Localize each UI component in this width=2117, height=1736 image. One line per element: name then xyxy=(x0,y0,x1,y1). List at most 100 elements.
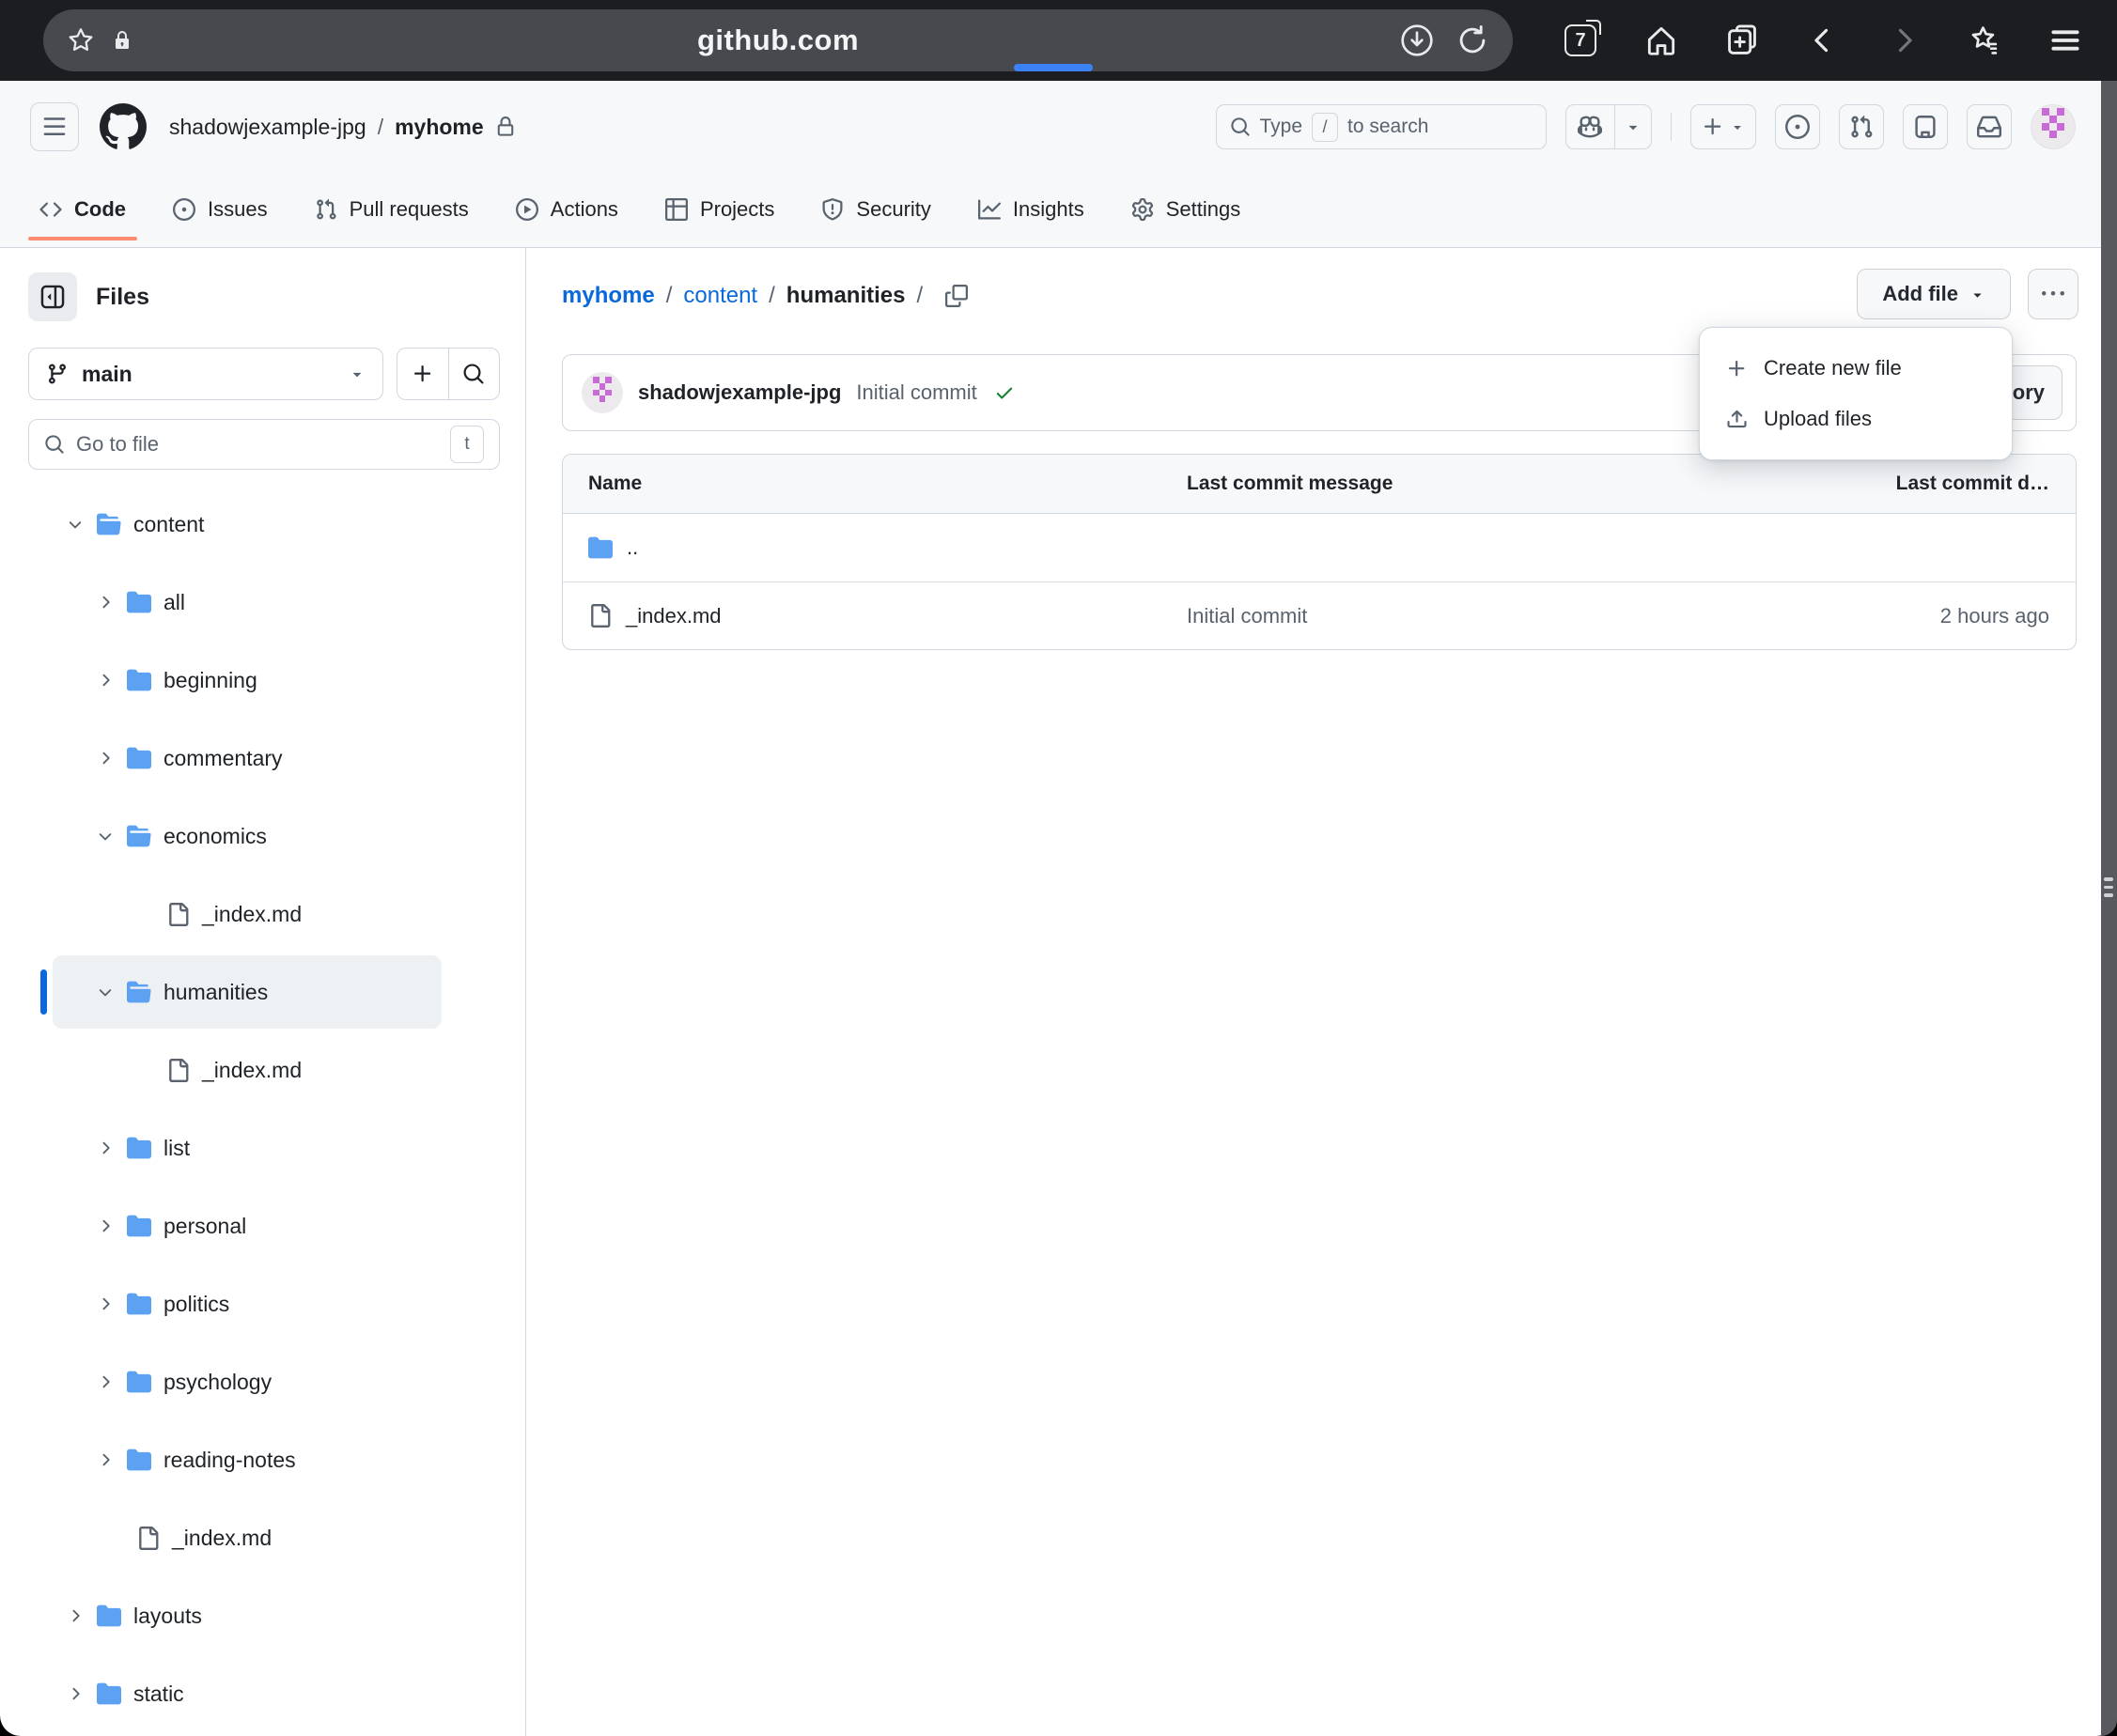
tab-label: Security xyxy=(856,197,930,222)
download-icon[interactable] xyxy=(1398,22,1436,59)
tree-file-indexmd[interactable]: _index.md xyxy=(28,877,500,951)
branch-icon xyxy=(46,363,69,385)
tab-pull-requests[interactable]: Pull requests xyxy=(304,173,480,246)
menu-icon[interactable] xyxy=(2047,23,2083,58)
saved-items-button[interactable] xyxy=(1903,104,1948,149)
commit-author-avatar[interactable] xyxy=(582,372,623,413)
chevron-right-icon[interactable] xyxy=(96,1294,117,1313)
user-avatar[interactable] xyxy=(2031,104,2076,149)
file-name-link[interactable]: _index.md xyxy=(626,604,722,628)
commit-message[interactable]: Initial commit xyxy=(856,380,976,405)
tabs-count-button[interactable]: 7 xyxy=(1563,23,1598,58)
chevron-right-icon[interactable] xyxy=(96,1372,117,1391)
file-tree: contentallbeginningcommentaryeconomics_i… xyxy=(28,488,500,1730)
create-new-button[interactable] xyxy=(1690,104,1756,149)
tree-folder-politics[interactable]: politics xyxy=(28,1267,500,1341)
more-options-button[interactable] xyxy=(2028,269,2078,319)
global-search-input[interactable]: Type / to search xyxy=(1216,104,1547,149)
url-bar[interactable]: github.com xyxy=(43,9,1513,71)
tree-item-label: content xyxy=(133,512,204,537)
tree-folder-layouts[interactable]: layouts xyxy=(28,1579,500,1652)
edge-scrollbar[interactable] xyxy=(2101,81,2117,1736)
add-file-button[interactable]: Add file xyxy=(1857,269,2011,319)
breadcrumb-repo-link[interactable]: myhome xyxy=(562,283,655,309)
issues-header-button[interactable] xyxy=(1775,104,1820,149)
go-to-file-input[interactable]: Go to file t xyxy=(28,419,500,470)
chevron-right-icon[interactable] xyxy=(96,749,117,767)
tab-security[interactable]: Security xyxy=(810,173,942,246)
tab-actions[interactable]: Actions xyxy=(505,173,630,246)
chevron-right-icon[interactable] xyxy=(96,1217,117,1235)
owner-link[interactable]: shadowjexample-jpg xyxy=(169,115,366,140)
forward-icon[interactable] xyxy=(1886,23,1922,58)
tab-label: Code xyxy=(74,197,126,222)
tree-folder-beginning[interactable]: beginning xyxy=(28,643,500,717)
breadcrumb-content-link[interactable]: content xyxy=(683,283,757,309)
chevron-right-icon[interactable] xyxy=(66,1606,86,1625)
repo-nav-tabs: Code Issues Pull requests Actions Projects Se… xyxy=(0,173,2117,246)
url-text[interactable]: github.com xyxy=(43,23,1513,57)
menu-item-create-new-file[interactable]: Create new file xyxy=(1713,343,1999,394)
tree-folder-reading-notes[interactable]: reading-notes xyxy=(28,1423,500,1496)
branch-selector[interactable]: main xyxy=(28,348,383,400)
tree-folder-commentary[interactable]: commentary xyxy=(28,721,500,795)
browser-chrome: github.com 7 xyxy=(0,0,2117,81)
chevron-right-icon[interactable] xyxy=(96,593,117,612)
table-row[interactable]: .. xyxy=(563,514,2076,581)
commit-author[interactable]: shadowjexample-jpg xyxy=(638,380,841,405)
global-nav-menu-button[interactable] xyxy=(30,102,79,151)
pull-requests-header-button[interactable] xyxy=(1839,104,1884,149)
home-icon[interactable] xyxy=(1643,23,1679,58)
tree-folder-static[interactable]: static xyxy=(28,1657,500,1730)
tab-insights[interactable]: Insights xyxy=(967,173,1096,246)
back-icon[interactable] xyxy=(1805,23,1841,58)
tree-file-indexmd[interactable]: _index.md xyxy=(28,1033,500,1107)
tree-folder-content[interactable]: content xyxy=(28,488,500,561)
repo-link[interactable]: myhome xyxy=(395,115,484,140)
copilot-button[interactable] xyxy=(1565,104,1652,149)
breadcrumb-current: humanities xyxy=(786,283,906,309)
collapse-sidebar-button[interactable] xyxy=(28,272,77,321)
file-name-link[interactable]: .. xyxy=(627,535,638,560)
last-commit-message[interactable]: Initial commit xyxy=(1187,604,1860,628)
commit-check-icon[interactable] xyxy=(994,382,1015,403)
tree-folder-all[interactable]: all xyxy=(28,566,500,639)
folder-icon xyxy=(127,1136,151,1160)
tree-item-label: _index.md xyxy=(172,1526,272,1551)
github-logo[interactable] xyxy=(100,103,147,150)
tab-projects[interactable]: Projects xyxy=(654,173,786,246)
tab-issues[interactable]: Issues xyxy=(162,173,279,246)
bookmarks-list-icon[interactable] xyxy=(1967,23,2002,58)
tree-item-label: humanities xyxy=(163,980,268,1005)
table-row[interactable]: _index.mdInitial commit2 hours ago xyxy=(563,581,2076,649)
tree-folder-psychology[interactable]: psychology xyxy=(28,1345,500,1418)
copilot-caret-icon[interactable] xyxy=(1615,105,1651,148)
file-icon xyxy=(588,604,612,628)
new-file-sidebar-button[interactable] xyxy=(397,349,449,399)
scroll-handle-icon[interactable] xyxy=(2104,877,2113,897)
tree-item-label: psychology xyxy=(163,1370,272,1395)
chevron-right-icon[interactable] xyxy=(96,1450,117,1469)
chevron-down-icon[interactable] xyxy=(96,827,117,845)
tab-settings[interactable]: Settings xyxy=(1120,173,1253,246)
chevron-right-icon[interactable] xyxy=(96,671,117,690)
chevron-down-icon[interactable] xyxy=(96,983,117,1001)
inbox-button[interactable] xyxy=(1967,104,2012,149)
tree-folder-personal[interactable]: personal xyxy=(28,1189,500,1263)
files-sidebar: Files main xyxy=(0,248,526,1736)
tree-file-indexmd[interactable]: _index.md xyxy=(28,1501,500,1574)
tree-folder-economics[interactable]: economics xyxy=(28,799,500,873)
copy-path-icon[interactable] xyxy=(945,285,968,307)
refresh-icon[interactable] xyxy=(1455,23,1490,58)
tree-folder-humanities[interactable]: humanities xyxy=(28,955,500,1029)
search-files-button[interactable] xyxy=(449,349,500,399)
chevron-right-icon[interactable] xyxy=(96,1139,117,1157)
copilot-icon[interactable] xyxy=(1566,105,1615,148)
chevron-right-icon[interactable] xyxy=(66,1684,86,1703)
chevron-down-icon[interactable] xyxy=(66,515,86,534)
folder-icon xyxy=(127,980,151,1004)
tab-code[interactable]: Code xyxy=(28,173,137,246)
menu-item-upload-files[interactable]: Upload files xyxy=(1713,394,1999,444)
tree-folder-list[interactable]: list xyxy=(28,1111,500,1185)
new-tab-icon[interactable] xyxy=(1724,23,1760,58)
